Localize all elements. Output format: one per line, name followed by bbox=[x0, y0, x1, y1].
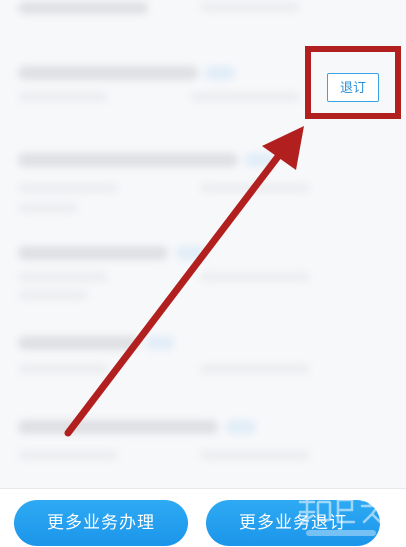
row-divider bbox=[0, 398, 406, 399]
list-item-title bbox=[18, 246, 168, 260]
list-item-meta bbox=[18, 364, 108, 374]
list-item-meta bbox=[200, 272, 310, 282]
list-item-title bbox=[18, 336, 138, 350]
list-item-title bbox=[18, 66, 198, 80]
row-divider bbox=[0, 30, 406, 31]
list-item-badge bbox=[226, 420, 256, 434]
list-item-meta bbox=[18, 203, 78, 213]
list-item-title bbox=[18, 420, 218, 434]
highlight-box bbox=[305, 46, 401, 119]
list-item-meta bbox=[190, 92, 300, 102]
list-item-meta bbox=[18, 450, 118, 460]
list-item-meta bbox=[18, 290, 88, 300]
row-divider bbox=[0, 318, 406, 319]
list-item-meta bbox=[18, 272, 108, 282]
row-divider bbox=[0, 228, 406, 229]
list-item-title bbox=[18, 2, 148, 14]
list-item-meta bbox=[200, 2, 300, 12]
list-item-meta bbox=[200, 183, 310, 193]
list-item-meta bbox=[18, 183, 118, 193]
list-item-meta bbox=[18, 92, 108, 102]
service-list-screen: 退订 更多业务办理 更多业务退订 bbox=[0, 0, 406, 547]
row-divider bbox=[0, 130, 406, 131]
more-services-button[interactable]: 更多业务办理 bbox=[14, 500, 188, 546]
list-item-meta bbox=[200, 364, 310, 374]
list-item-meta bbox=[200, 450, 310, 460]
more-unsubscribe-button[interactable]: 更多业务退订 bbox=[206, 500, 380, 546]
list-item-badge bbox=[176, 246, 206, 260]
list-item-badge bbox=[205, 66, 235, 80]
list-item-badge bbox=[245, 153, 275, 167]
list-item-title bbox=[18, 153, 238, 167]
list-item-badge bbox=[146, 336, 174, 350]
